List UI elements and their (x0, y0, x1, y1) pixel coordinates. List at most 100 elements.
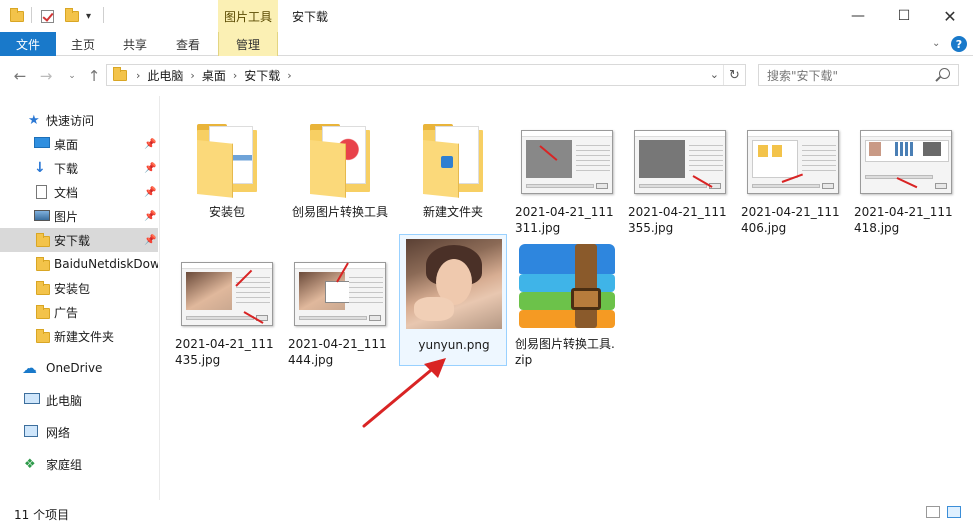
navigation-pane: ★ 快速访问 桌面 📌 ↓ 下载 📌 文档 📌 图片 📌 安下载 📌 Baidu… (0, 96, 160, 500)
file-name: 2021-04-21_111418.jpg (854, 205, 953, 235)
sidebar-item-label: 下载 (54, 161, 79, 176)
sidebar-network[interactable]: 网络 (0, 420, 158, 444)
up-button[interactable]: ↑ (84, 66, 104, 86)
sidebar-item-label: 桌面 (54, 137, 79, 152)
sidebar-this-pc[interactable]: 此电脑 (0, 388, 158, 412)
sidebar-item-anzhuangbao[interactable]: 安装包 (0, 276, 158, 300)
close-button[interactable]: ✕ (927, 0, 973, 32)
folder-icon (181, 110, 273, 198)
annotation-arrow (362, 358, 446, 428)
search-input[interactable]: 搜索"安下载" (758, 64, 959, 86)
address-bar[interactable]: › 此电脑 › 桌面 › 安下载 › ⌄ ↻ (106, 64, 746, 86)
sidebar-item-anxiazai[interactable]: 安下载 📌 (0, 228, 158, 252)
file-item[interactable]: 2021-04-21_111355.jpg (626, 102, 734, 235)
tab-home[interactable]: 主页 (62, 32, 104, 56)
maximize-button[interactable]: ☐ (881, 0, 927, 32)
recent-locations-icon[interactable]: ⌄ (62, 66, 82, 86)
new-folder-icon[interactable] (65, 7, 79, 25)
image-thumbnail (294, 242, 386, 326)
tab-share[interactable]: 共享 (114, 32, 156, 56)
sidebar-quick-access[interactable]: ★ 快速访问 (0, 108, 158, 132)
image-thumbnail (860, 110, 952, 194)
minimize-button[interactable]: — (835, 0, 881, 32)
pin-icon: 📌 (144, 162, 157, 174)
breadcrumb-this-pc[interactable]: 此电脑 (147, 67, 183, 84)
folder-icon (407, 110, 499, 198)
sidebar-item-downloads[interactable]: ↓ 下载 📌 (0, 156, 158, 180)
homegroup-icon: ❖ (24, 456, 36, 472)
file-item[interactable]: 2021-04-21_111418.jpg (852, 102, 960, 235)
folder-icon (113, 66, 127, 81)
back-button[interactable]: ← (10, 66, 30, 86)
properties-check-icon[interactable] (41, 7, 54, 25)
file-name: 2021-04-21_111355.jpg (628, 205, 727, 235)
large-icons-view-icon[interactable] (947, 506, 961, 518)
file-item[interactable]: 2021-04-21_111406.jpg (739, 102, 847, 235)
chevron-down-icon[interactable]: ⌄ (710, 68, 719, 81)
breadcrumb-current[interactable]: 安下载 (244, 67, 280, 84)
help-icon[interactable]: ? (951, 36, 967, 52)
file-name: 2021-04-21_111406.jpg (741, 205, 840, 235)
chevron-right-icon: › (232, 68, 238, 82)
image-thumbnail (747, 110, 839, 194)
file-item[interactable]: 创易图片转换工具.zip (513, 234, 621, 367)
file-item[interactable]: 新建文件夹 (399, 102, 507, 234)
navigation-bar: ← → ⌄ ↑ › 此电脑 › 桌面 › 安下载 › ⌄ ↻ 搜索"安下载" (0, 56, 973, 96)
sidebar-item-guanggao[interactable]: 广告 (0, 300, 158, 324)
refresh-button[interactable]: ↻ (723, 65, 745, 85)
sidebar-item-label: 文档 (54, 185, 79, 200)
divider (103, 7, 104, 23)
image-thumbnail (634, 110, 726, 194)
star-icon: ★ (28, 112, 40, 128)
file-item[interactable]: 2021-04-21_111435.jpg (173, 234, 281, 367)
sidebar-item-label: 安下载 (54, 233, 91, 248)
file-item[interactable]: 2021-04-21_111311.jpg (513, 102, 621, 235)
search-placeholder: 搜索"安下载" (767, 68, 839, 83)
sidebar-item-label: 广告 (54, 305, 79, 320)
forward-button[interactable]: → (36, 66, 56, 86)
context-tab-group-label: 图片工具 (218, 0, 278, 32)
download-icon: ↓ (34, 160, 46, 176)
breadcrumb-desktop[interactable]: 桌面 (202, 67, 226, 84)
sidebar-item-pictures[interactable]: 图片 📌 (0, 204, 158, 228)
status-bar: 11 个项目 (0, 500, 973, 525)
folder-icon (294, 110, 386, 198)
pin-icon: 📌 (144, 138, 157, 150)
folder-icon (36, 329, 50, 343)
folder-icon (10, 7, 24, 25)
file-name: 创易图片转换工具.zip (515, 337, 615, 367)
file-item[interactable]: 安装包 (173, 102, 281, 234)
file-name: 2021-04-21_111435.jpg (175, 337, 274, 367)
chevron-right-icon: › (287, 68, 292, 82)
sidebar-homegroup[interactable]: ❖ 家庭组 (0, 452, 158, 476)
picture-icon (34, 210, 50, 221)
sidebar-item-documents[interactable]: 文档 📌 (0, 180, 158, 204)
folder-icon (36, 281, 50, 295)
pin-icon: 📌 (144, 186, 157, 198)
tab-file[interactable]: 文件 (0, 32, 56, 56)
computer-icon (24, 393, 40, 404)
folder-icon (36, 305, 50, 319)
expand-ribbon-icon[interactable]: ⌄ (932, 38, 940, 49)
file-item[interactable]: 2021-04-21_111444.jpg (286, 234, 394, 367)
file-item-selected[interactable]: yunyun.png (399, 234, 507, 366)
customize-toolbar-icon[interactable]: ▾ (86, 7, 91, 25)
sidebar-item-label: 网络 (46, 425, 71, 440)
document-icon (36, 185, 47, 199)
tab-manage[interactable]: 管理 (218, 32, 278, 56)
cloud-icon: ☁ (22, 359, 37, 377)
file-item[interactable]: 创易图片转换工具 (286, 102, 394, 234)
divider (31, 7, 32, 23)
sidebar-item-baidunetdisk[interactable]: BaiduNetdiskDow (0, 252, 158, 276)
image-thumbnail (521, 110, 613, 194)
sidebar-item-desktop[interactable]: 桌面 📌 (0, 132, 158, 156)
sidebar-item-new-folder[interactable]: 新建文件夹 (0, 324, 158, 348)
sidebar-item-label: OneDrive (46, 361, 103, 375)
ribbon-tabs: 文件 主页 共享 查看 管理 ⌄ ? (0, 32, 973, 56)
pin-icon: 📌 (144, 210, 157, 222)
sidebar-onedrive[interactable]: ☁ OneDrive (0, 356, 158, 380)
sidebar-item-label: 安装包 (54, 281, 91, 296)
tab-view[interactable]: 查看 (167, 32, 209, 56)
file-name: 创易图片转换工具 (291, 205, 388, 219)
details-view-icon[interactable] (926, 506, 940, 518)
